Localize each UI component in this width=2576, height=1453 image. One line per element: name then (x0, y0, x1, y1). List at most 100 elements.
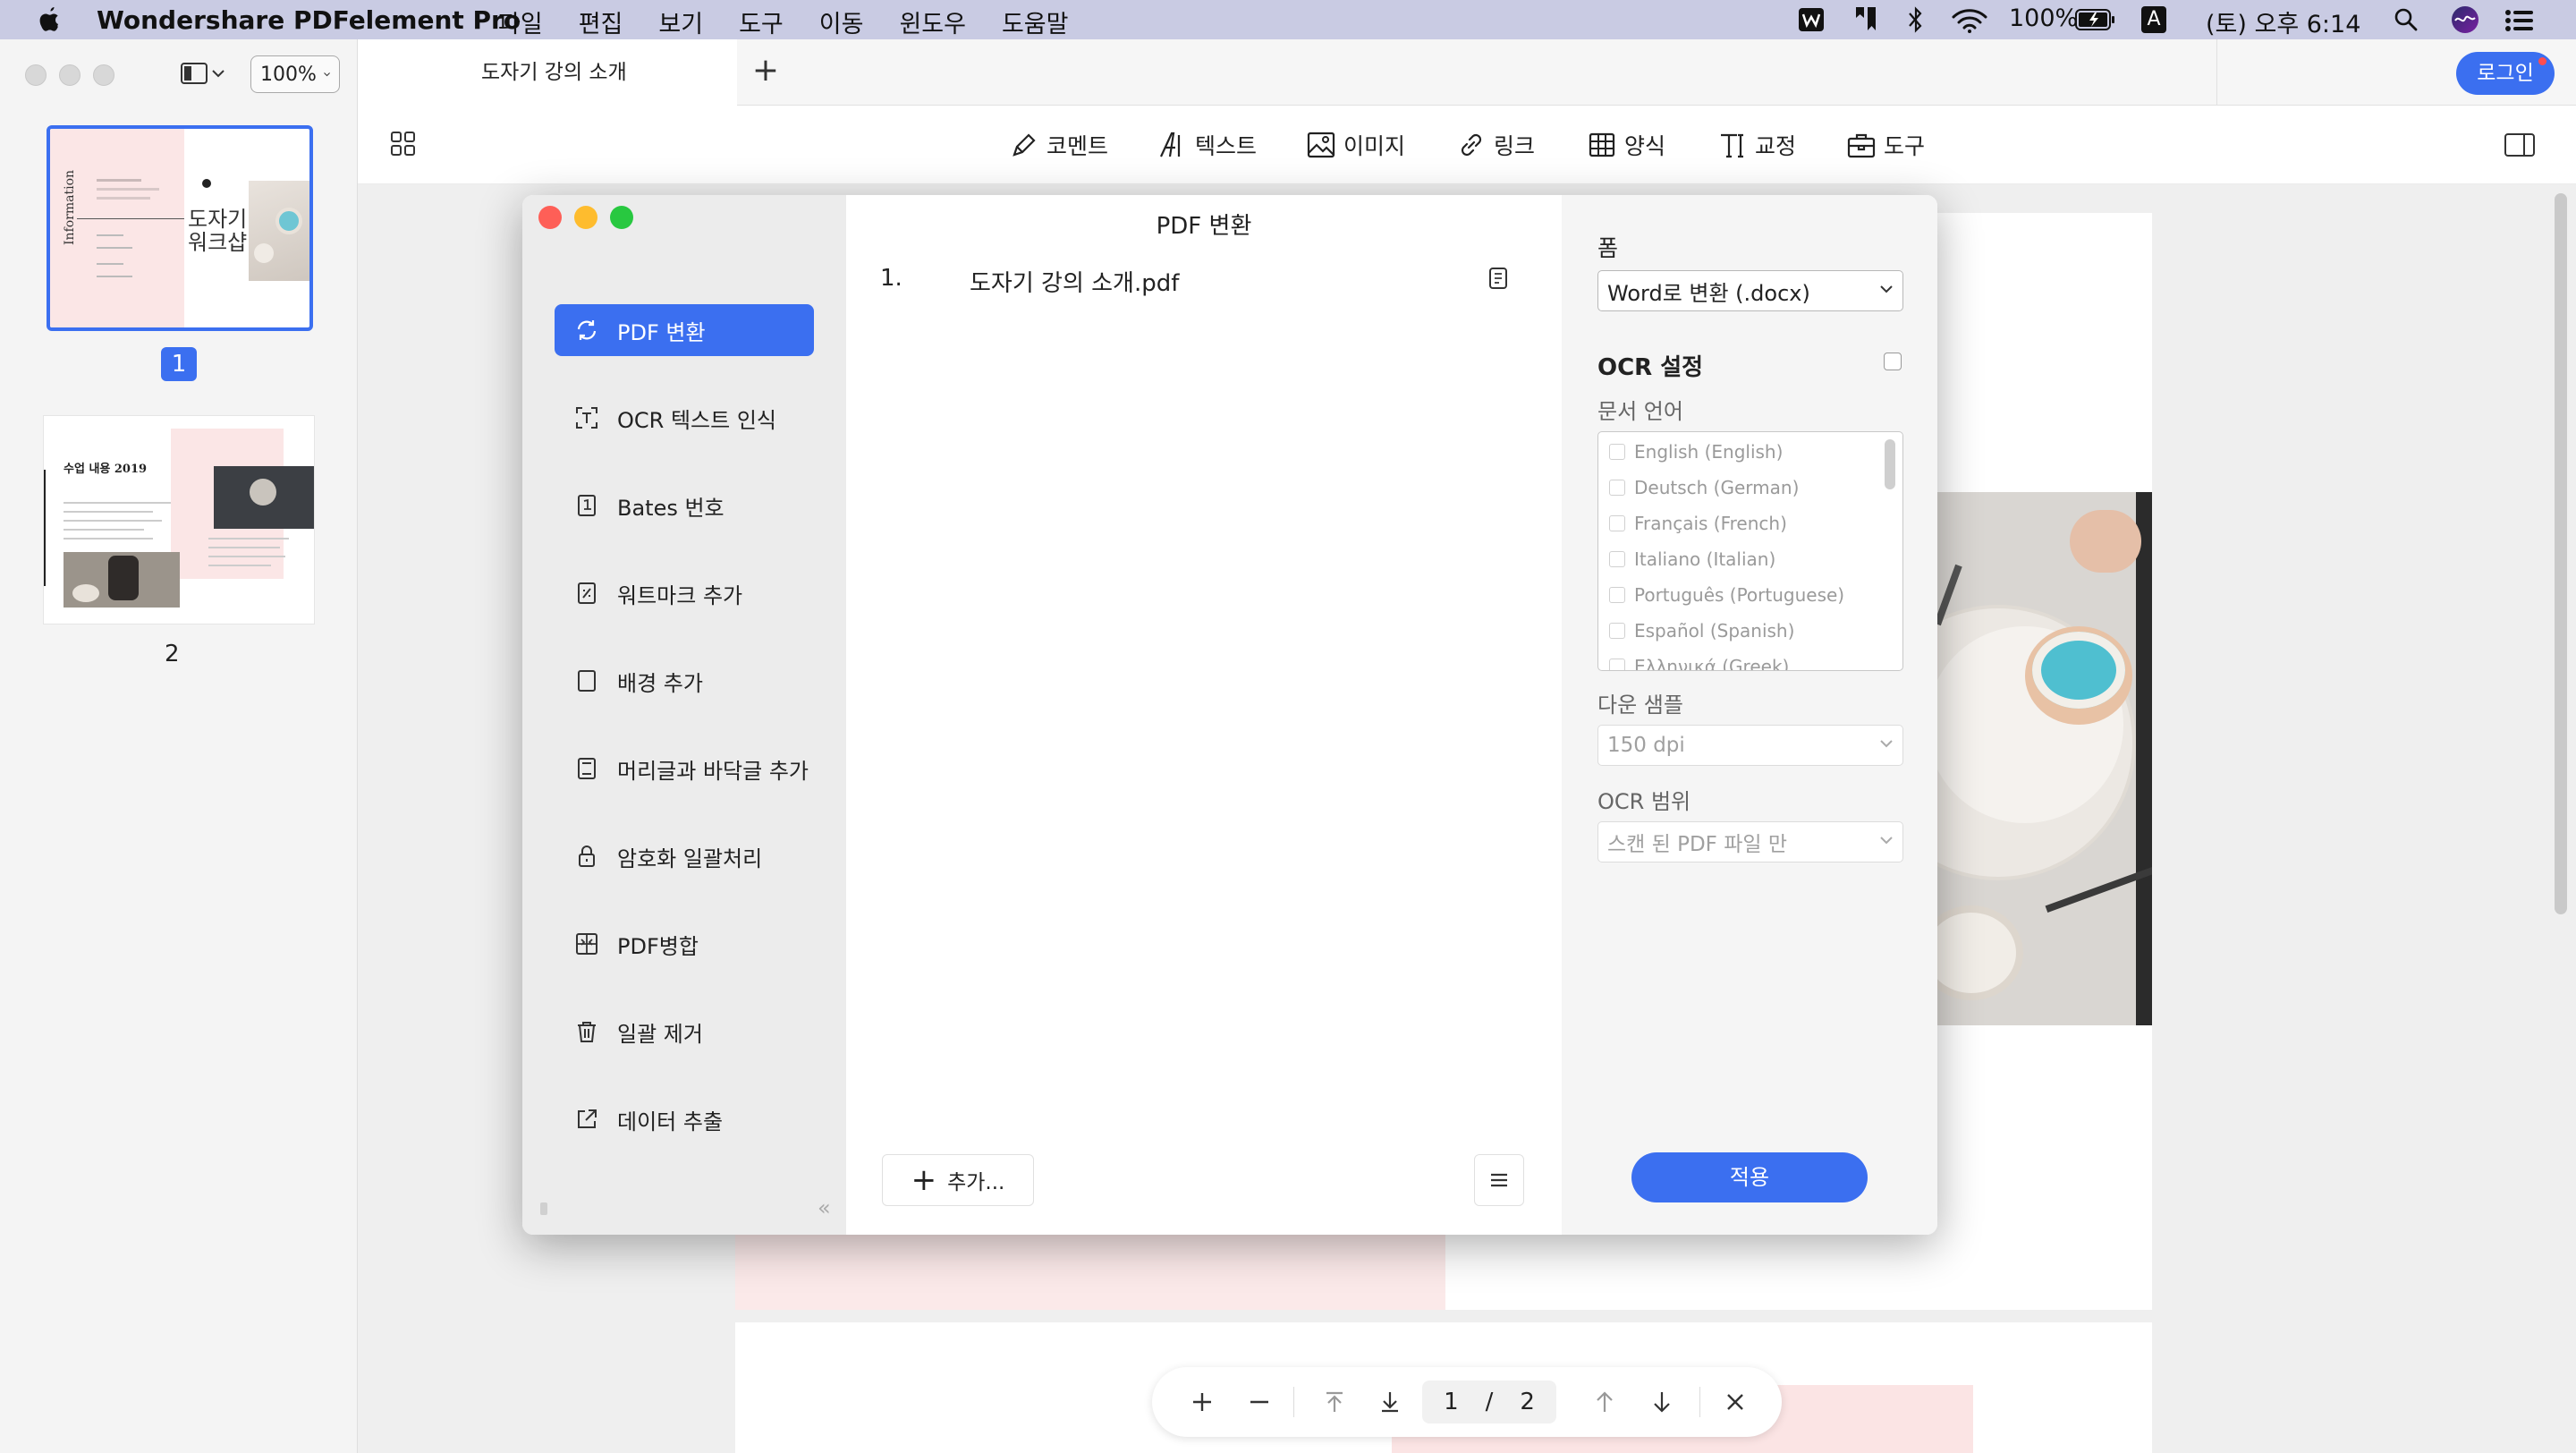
add-files-button[interactable]: + 추가... (882, 1154, 1034, 1206)
language-checkbox[interactable] (1609, 659, 1625, 670)
language-option[interactable]: Español (Spanish) (1609, 613, 1794, 649)
previous-page-button[interactable] (1587, 1384, 1623, 1420)
nav-background[interactable]: 배경 추가 (555, 655, 814, 707)
file-settings-icon[interactable] (1488, 267, 1508, 290)
toolbar-link[interactable]: 링크 (1456, 127, 1535, 163)
ocr-range-select[interactable]: 스캔 된 PDF 파일 만 (1597, 821, 1903, 862)
zoom-in-button[interactable] (1184, 1384, 1220, 1420)
language-option[interactable]: Português (Portuguese) (1609, 577, 1844, 613)
language-option[interactable]: Italiano (Italian) (1609, 541, 1775, 577)
proofread-icon (1721, 133, 1743, 158)
menu-go[interactable]: 이동 (819, 4, 864, 39)
sidebar-view-toggle[interactable] (181, 63, 225, 84)
control-center-icon[interactable] (2504, 9, 2535, 32)
dialog-close-button[interactable] (538, 206, 562, 229)
battery-icon[interactable] (2075, 9, 2116, 30)
language-checkbox[interactable] (1609, 587, 1625, 603)
language-list-scrollbar[interactable] (1885, 439, 1895, 489)
right-panel-toggle-icon[interactable] (2504, 132, 2535, 157)
language-checkbox[interactable] (1609, 551, 1625, 567)
toolbar-comment-label: 코멘트 (1046, 133, 1109, 159)
nav-header-footer[interactable]: 머리글과 바닥글 추가 (555, 743, 814, 794)
grid-view-icon[interactable] (390, 131, 417, 157)
menu-file[interactable]: 파일 (498, 4, 543, 39)
page-thumbnail-2[interactable]: 수업 내용 2019 (43, 415, 315, 625)
language-checkbox[interactable] (1609, 480, 1625, 496)
last-page-button[interactable] (1372, 1384, 1408, 1420)
toolbar-text[interactable]: 텍스트 (1157, 127, 1257, 163)
dialog-zoom-button[interactable] (610, 206, 633, 229)
new-tab-button[interactable]: + (750, 55, 782, 88)
nav-encrypt[interactable]: 암호화 일괄처리 (555, 830, 814, 882)
menu-tools[interactable]: 도구 (739, 4, 784, 39)
zoom-out-button[interactable] (1241, 1384, 1277, 1420)
collapse-sidebar-icon[interactable]: « (818, 1195, 831, 1220)
zoom-select[interactable]: 100% (250, 55, 340, 93)
bluetooth-icon[interactable] (1905, 6, 1927, 33)
pdfelement-tray-icon[interactable] (1798, 7, 1825, 32)
resize-handle[interactable] (540, 1202, 547, 1215)
thumb-title-line1: 도자기 (188, 207, 248, 232)
nav-divider (1699, 1387, 1700, 1417)
window-close-button[interactable] (25, 64, 47, 86)
file-name[interactable]: 도자기 강의 소개.pdf (970, 265, 1179, 298)
document-tab[interactable]: 도자기 강의 소개 (358, 39, 737, 106)
nav-label: 머리글과 바닥글 추가 (617, 758, 809, 784)
menu-window[interactable]: 윈도우 (899, 4, 966, 39)
language-option[interactable]: Ελληνικά (Greek) (1609, 649, 1789, 670)
vertical-scrollbar[interactable] (2555, 193, 2567, 914)
toolbar-tools[interactable]: 도구 (1846, 127, 1925, 163)
close-nav-button[interactable] (1717, 1384, 1753, 1420)
toolbar-comment[interactable]: 코멘트 (1009, 127, 1108, 163)
language-option[interactable]: Français (French) (1609, 506, 1787, 541)
language-checkbox[interactable] (1609, 515, 1625, 531)
nav-watermark[interactable]: 워트마크 추가 (555, 567, 814, 619)
spotlight-search-icon[interactable] (2394, 7, 2419, 32)
nav-ocr[interactable]: OCR 텍스트 인식 (555, 392, 814, 444)
menubar-clock[interactable]: (토) 오후 6:14 (2206, 4, 2360, 39)
list-menu-button[interactable] (1474, 1154, 1524, 1206)
first-page-button[interactable] (1317, 1384, 1352, 1420)
thumb-logo-dot (202, 179, 211, 188)
language-checkbox[interactable] (1609, 444, 1625, 460)
window-minimize-button[interactable] (59, 64, 80, 86)
nav-remove[interactable]: 일괄 제거 (555, 1006, 814, 1058)
format-select[interactable]: Word로 변환 (.docx) (1597, 270, 1903, 311)
wifi-icon[interactable] (1952, 8, 1987, 33)
apple-icon[interactable] (36, 5, 63, 34)
page-number-2[interactable]: 2 (165, 641, 180, 667)
ocr-enable-checkbox[interactable] (1884, 353, 1902, 370)
language-list[interactable]: English (English) Deutsch (German) Franç… (1597, 431, 1903, 671)
menu-edit[interactable]: 편집 (579, 4, 623, 39)
form-label: 폼 (1597, 235, 1619, 261)
menu-view[interactable]: 보기 (658, 4, 703, 39)
nav-merge[interactable]: PDF병합 (555, 918, 814, 970)
arrow-to-bottom-icon (1382, 1392, 1398, 1413)
toolbar-form[interactable]: 양식 (1587, 127, 1665, 163)
thumb-line (208, 565, 271, 566)
apply-button[interactable]: 적용 (1631, 1152, 1868, 1202)
thumb-edge (44, 470, 46, 586)
downsample-select[interactable]: 150 dpi (1597, 725, 1903, 766)
toolbar-image[interactable]: 이미지 (1306, 127, 1405, 163)
page-thumbnail-1[interactable]: Information 도자기 워크샵 (47, 125, 313, 331)
app-name[interactable]: Wondershare PDFelement Pro (97, 5, 521, 35)
next-page-button[interactable] (1644, 1384, 1680, 1420)
nav-pdf-convert[interactable]: PDF 변환 (555, 304, 814, 356)
window-zoom-button[interactable] (93, 64, 114, 86)
menu-help[interactable]: 도움말 (1002, 4, 1069, 39)
language-option[interactable]: English (English) (1609, 434, 1783, 470)
dialog-minimize-button[interactable] (574, 206, 597, 229)
nav-extract[interactable]: 데이터 추출 (555, 1093, 814, 1145)
convert-icon (577, 320, 597, 340)
input-source-badge[interactable]: A (2141, 6, 2166, 33)
language-option[interactable]: Deutsch (German) (1609, 470, 1799, 506)
bookmark-app-icon[interactable] (1853, 5, 1878, 32)
page-number-input[interactable]: 1 / 2 (1422, 1381, 1556, 1423)
page-number-badge-1[interactable]: 1 (161, 347, 197, 381)
language-checkbox[interactable] (1609, 623, 1625, 639)
toolbar-proofread[interactable]: 교정 (1717, 127, 1796, 163)
nav-bates[interactable]: Bates 번호 (555, 480, 814, 531)
battery-percent: 100% (2009, 4, 2079, 32)
siri-icon[interactable] (2451, 5, 2479, 34)
